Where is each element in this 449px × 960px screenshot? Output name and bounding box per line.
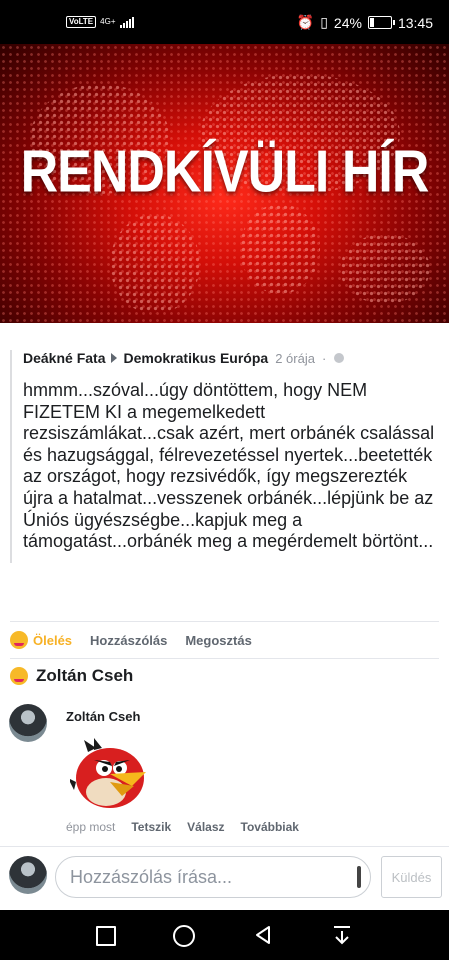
vibrate-icon: ▯ xyxy=(320,14,328,30)
more-button[interactable]: Továbbiak xyxy=(241,820,299,834)
notification-pull-icon[interactable] xyxy=(331,924,353,946)
status-bar: VoLTE 4G+ ⏰ ▯ 24% 13:45 xyxy=(0,0,449,44)
comment-time[interactable]: épp most xyxy=(66,820,115,834)
hug-emoji-icon xyxy=(10,631,28,649)
separator-dot: · xyxy=(321,350,327,366)
recents-icon[interactable] xyxy=(96,926,116,946)
post-header: Deákné Fata Demokratikus Európa 2 órája … xyxy=(23,350,439,366)
alarm-icon: ⏰ xyxy=(296,14,315,30)
map-continent xyxy=(340,234,430,304)
action-bar: Ölelés Hozzászólás Megosztás xyxy=(10,621,439,659)
battery-icon xyxy=(367,16,395,29)
breaking-news-image[interactable]: RENDKÍVÜLI HÍR xyxy=(0,44,449,323)
network-type: 4G+ xyxy=(100,17,116,26)
hug-emoji-icon xyxy=(10,667,28,685)
post: Deákné Fata Demokratikus Európa 2 órája … xyxy=(10,350,439,563)
hug-label: Ölelés xyxy=(33,632,73,648)
post-group[interactable]: Demokratikus Európa xyxy=(123,350,268,366)
hug-button[interactable]: Ölelés xyxy=(10,631,72,649)
like-button[interactable]: Tetszik xyxy=(131,820,171,834)
post-text: hmmm...szóval...úgy döntöttem, hogy NEM … xyxy=(23,380,435,552)
battery-percent: 24% xyxy=(333,14,362,31)
map-continent xyxy=(110,214,200,314)
reactor-summary[interactable]: Zoltán Cseh xyxy=(10,666,133,686)
volte-badge: VoLTE xyxy=(66,16,97,28)
comment-meta: épp most Tetszik Válasz Továbbiak xyxy=(66,820,299,834)
send-button[interactable]: Küldés xyxy=(381,856,442,898)
reactor-name: Zoltán Cseh xyxy=(36,666,134,685)
post-author[interactable]: Deákné Fata xyxy=(23,350,105,366)
battery-fill xyxy=(369,18,375,27)
comment-author[interactable]: Zoltán Cseh xyxy=(66,709,140,724)
comment-input[interactable] xyxy=(55,856,371,898)
text-cursor xyxy=(357,866,361,888)
map-continent xyxy=(240,204,320,294)
banner-title: RENDKÍVÜLI HÍR xyxy=(20,138,430,206)
back-icon[interactable] xyxy=(252,924,274,946)
post-time[interactable]: 2 órája xyxy=(275,351,315,366)
system-nav-bar xyxy=(0,910,449,960)
comment-button[interactable]: Hozzászólás xyxy=(90,633,167,648)
avatar xyxy=(9,856,47,894)
share-button[interactable]: Megosztás xyxy=(185,633,251,648)
signal-icon xyxy=(119,16,134,28)
home-icon[interactable] xyxy=(173,925,195,947)
avatar[interactable] xyxy=(9,704,47,742)
arrow-right-icon xyxy=(111,353,118,363)
status-left: VoLTE 4G+ xyxy=(66,16,134,28)
reply-button[interactable]: Válasz xyxy=(187,820,224,834)
clock: 13:45 xyxy=(397,14,433,31)
globe-icon xyxy=(334,353,345,363)
comment-composer: Küldés xyxy=(0,846,449,911)
angry-bird-sticker[interactable] xyxy=(70,738,150,810)
status-right: ⏰ ▯ 24% 13:45 xyxy=(297,14,433,31)
